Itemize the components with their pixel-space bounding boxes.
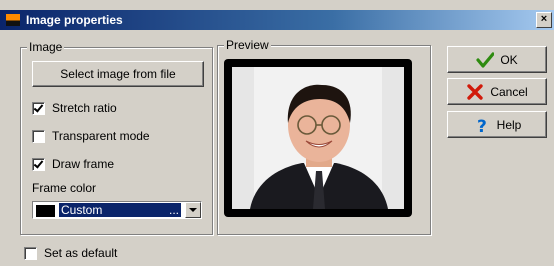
- image-group-legend: Image: [27, 40, 65, 54]
- preview-frame: [224, 59, 412, 217]
- ellipsis-icon: ...: [168, 203, 179, 217]
- frame-color-text: Custom: [61, 203, 103, 217]
- portrait-image: [232, 67, 404, 209]
- close-icon[interactable]: ×: [536, 12, 552, 28]
- draw-frame-checkbox[interactable]: Draw frame: [32, 157, 114, 171]
- cancel-label: Cancel: [490, 84, 528, 99]
- transparent-mode-label: Transparent mode: [52, 129, 150, 143]
- frame-color-select[interactable]: Custom ...: [32, 201, 202, 219]
- frame-color-value: Custom ...: [59, 203, 181, 217]
- transparent-mode-box[interactable]: [32, 129, 45, 143]
- select-image-label: Select image from file: [60, 67, 176, 81]
- image-properties-dialog: Image properties × Image Select image fr…: [0, 0, 554, 266]
- draw-frame-box[interactable]: [32, 157, 45, 171]
- help-button[interactable]: ? Help: [447, 111, 547, 138]
- draw-frame-label: Draw frame: [52, 157, 115, 171]
- set-default-label: Set as default: [44, 246, 118, 260]
- ok-label: OK: [500, 52, 518, 67]
- window-title: Image properties: [26, 13, 123, 27]
- cancel-button[interactable]: Cancel: [447, 78, 547, 105]
- app-icon: [6, 14, 20, 26]
- title-bar[interactable]: Image properties ×: [0, 10, 554, 30]
- set-default-checkbox[interactable]: Set as default: [24, 246, 117, 260]
- chevron-down-icon[interactable]: [185, 202, 201, 218]
- transparent-mode-checkbox[interactable]: Transparent mode: [32, 129, 150, 143]
- cross-icon: [466, 83, 484, 101]
- stretch-ratio-box[interactable]: [32, 101, 45, 115]
- stretch-ratio-label: Stretch ratio: [52, 101, 117, 115]
- help-label: Help: [496, 117, 522, 132]
- select-image-button[interactable]: Select image from file: [32, 61, 204, 87]
- frame-color-label: Frame color: [32, 181, 97, 195]
- preview-group-legend: Preview: [224, 38, 271, 52]
- set-default-box[interactable]: [24, 246, 37, 260]
- stretch-ratio-checkbox[interactable]: Stretch ratio: [32, 101, 117, 115]
- svg-text:?: ?: [477, 117, 487, 134]
- check-icon: [476, 51, 495, 69]
- color-swatch: [36, 205, 55, 217]
- question-mark-icon: ?: [473, 116, 491, 137]
- preview-image: [232, 67, 404, 209]
- ok-button[interactable]: OK: [447, 46, 547, 73]
